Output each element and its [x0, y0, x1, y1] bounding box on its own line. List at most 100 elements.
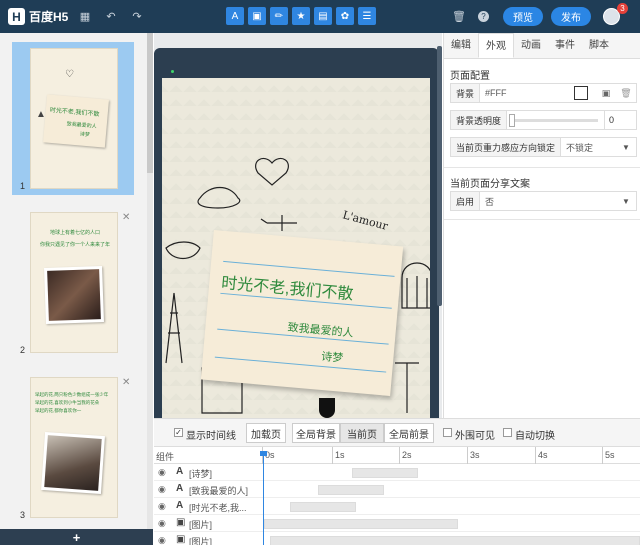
divider	[444, 219, 640, 220]
trash-icon[interactable]: 🗑	[452, 9, 466, 23]
page-thumb-3[interactable]: 早起的花,两只粉色少数组成一张少年 早起的花,喜欢到小牛当我的花朵 早起的花,都…	[12, 371, 134, 524]
undo-icon[interactable]: ↶	[104, 9, 118, 23]
thumb-text-2: 早起的花,喜欢到小牛当我的花朵	[35, 400, 100, 405]
thumb-text-2: 你我只遇见了你一个人来来了年	[39, 242, 110, 248]
page-thumb-2[interactable]: 地球上有着七亿的人口 你我只遇见了你一个人来来了年 2 ✕	[12, 206, 134, 359]
timeline-row[interactable]: ◉ A [致我最爱的人]	[154, 481, 640, 498]
page-number: 2	[20, 345, 26, 355]
hat-doodle	[197, 186, 241, 209]
effects-tool-icon[interactable]: ✿	[336, 7, 354, 25]
eye-icon[interactable]: ◉	[158, 484, 166, 495]
save-icon[interactable]: ▦	[78, 9, 92, 23]
slider-handle[interactable]	[509, 114, 516, 127]
text-type-icon: A	[176, 500, 184, 511]
share-enable-select[interactable]: 否	[480, 195, 622, 208]
preview-button[interactable]: 预览	[503, 7, 543, 26]
bg-label: 背景	[451, 84, 481, 102]
animation-bar[interactable]	[318, 485, 384, 495]
page-thumb-1[interactable]: 时光不老,我们不散 致我最爱的人 诗梦 ♡ ▲ 1	[12, 42, 134, 195]
gravity-lock-select[interactable]: 不锁定	[561, 141, 622, 154]
add-page-button[interactable]: +	[0, 529, 153, 545]
app-logo[interactable]: H 百度H5	[8, 8, 68, 25]
lamp-shade-doodle	[319, 398, 335, 418]
eiffel-doodle-icon: ▲	[36, 109, 46, 120]
image-type-icon: ▣	[176, 517, 186, 528]
left-scrollbar-thumb[interactable]	[147, 33, 153, 173]
show-timeline-checkbox[interactable]: ✓	[174, 428, 183, 437]
opacity-input[interactable]: 0	[604, 111, 636, 129]
eye-icon[interactable]: ◉	[158, 535, 166, 545]
close-icon[interactable]: ✕	[122, 377, 130, 388]
text-type-icon: A	[176, 483, 184, 494]
tab-animation[interactable]: 动画	[514, 33, 548, 58]
chart-tool-icon[interactable]: ▤	[314, 7, 332, 25]
current-page-button[interactable]: 当前页	[340, 423, 384, 443]
card-signature[interactable]: 诗梦	[321, 348, 344, 366]
bg-color-swatch[interactable]	[574, 86, 588, 100]
page-config-title: 页面配置	[450, 71, 490, 82]
timeline-row[interactable]: ◉ A [时光不老,我...	[154, 498, 640, 515]
tab-event[interactable]: 事件	[548, 33, 582, 58]
timeline-row[interactable]: ◉ ▣ [图片]	[154, 532, 640, 545]
page-number: 3	[20, 510, 26, 520]
tick-label: 1s	[335, 450, 345, 460]
close-icon[interactable]: ✕	[122, 212, 130, 223]
outside-visible-checkbox[interactable]	[443, 428, 452, 437]
tick-line	[332, 447, 333, 464]
tick-line	[535, 447, 536, 464]
redo-icon[interactable]: ↷	[130, 9, 144, 23]
timeline-row[interactable]: ◉ ▣ [图片]	[154, 515, 640, 532]
timeline-row[interactable]: ◉ A [诗梦]	[154, 464, 640, 481]
animation-bar[interactable]	[270, 536, 640, 545]
global-foreground-button[interactable]: 全局前景	[384, 423, 434, 443]
canvas-scrollbar[interactable]	[437, 46, 442, 306]
eye-icon[interactable]: ◉	[158, 501, 166, 512]
loading-page-button[interactable]: 加载页	[246, 423, 286, 443]
image-icon[interactable]: ▣	[596, 88, 616, 99]
trash-icon[interactable]: 🗑	[616, 88, 636, 99]
eye-icon[interactable]: ◉	[158, 518, 166, 529]
list-tool-icon[interactable]: ☰	[358, 7, 376, 25]
property-tabs: 编辑 外观 动画 事件 脚本	[444, 33, 640, 59]
tick-label: 4s	[538, 450, 548, 460]
layer-name: [图片]	[189, 520, 213, 530]
postcard[interactable]: 时光不老,我们不散 致我最爱的人 诗梦	[200, 230, 404, 396]
star-tool-icon[interactable]: ★	[292, 7, 310, 25]
lamp-doodle	[395, 362, 419, 413]
global-background-button[interactable]: 全局背景	[292, 423, 340, 443]
card-subtitle[interactable]: 致我最爱的人	[287, 319, 354, 341]
heart-doodle	[255, 158, 289, 186]
page-canvas[interactable]: L'amour 时光不老,我们不散 致我最爱的人 诗梦	[162, 78, 430, 418]
text-tool-icon[interactable]: A	[226, 7, 244, 25]
timeline-header: 组件 0s 1s 2s 3s 4s 5s	[154, 447, 640, 464]
auto-switch-label: 自动切换	[515, 431, 555, 442]
show-timeline-label: 显示时间线	[186, 431, 236, 442]
page-thumb-preview: 时光不老,我们不散 致我最爱的人 诗梦 ♡ ▲	[30, 48, 118, 189]
publish-button[interactable]: 发布	[551, 7, 591, 26]
playhead[interactable]	[263, 455, 264, 545]
tab-script[interactable]: 脚本	[582, 33, 616, 58]
heart-doodle-icon: ♡	[65, 69, 74, 80]
tab-edit[interactable]: 编辑	[444, 33, 478, 58]
eye-icon[interactable]: ◉	[158, 467, 166, 478]
auto-switch-checkbox[interactable]	[503, 428, 512, 437]
tick-line	[602, 447, 603, 464]
tick-line	[467, 447, 468, 464]
chevron-down-icon[interactable]: ▼	[622, 197, 636, 206]
animation-bar[interactable]	[264, 519, 458, 529]
bg-value[interactable]: #FFF	[480, 88, 574, 98]
eiffel-doodle	[165, 292, 183, 364]
divider	[444, 167, 640, 168]
properties-panel: 编辑 外观 动画 事件 脚本 页面配置 背景 #FFF ▣ 🗑 背景透明度 0 …	[443, 33, 640, 418]
image-tool-icon[interactable]: ▣	[248, 7, 266, 25]
animation-bar[interactable]	[290, 502, 356, 512]
timeline-panel: ✓ 显示时间线 加载页 全局背景 当前页 全局前景 外围可见 自动切换 组件 0…	[154, 418, 640, 545]
help-icon[interactable]: ?	[478, 11, 489, 22]
tick-label: 2s	[402, 450, 412, 460]
animation-bar[interactable]	[352, 468, 418, 478]
chevron-down-icon[interactable]: ▼	[622, 143, 636, 152]
opacity-slider[interactable]	[507, 111, 604, 129]
tab-appearance[interactable]: 外观	[478, 33, 514, 58]
brush-tool-icon[interactable]: ✏	[270, 7, 288, 25]
page-list-panel: 时光不老,我们不散 致我最爱的人 诗梦 ♡ ▲ 1 地球上有着七亿的人口 你我只…	[0, 33, 153, 545]
